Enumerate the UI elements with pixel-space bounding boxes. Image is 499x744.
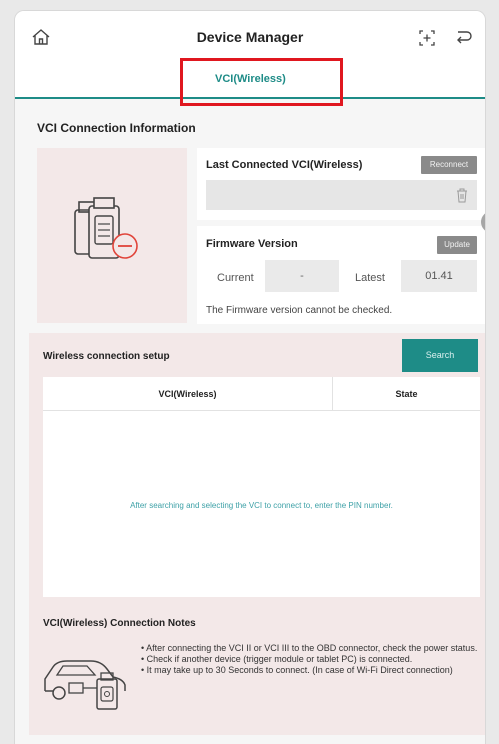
current-version-value: - bbox=[265, 260, 339, 292]
connection-notes-title: VCI(Wireless) Connection Notes bbox=[43, 618, 196, 629]
back-icon[interactable] bbox=[453, 28, 473, 48]
last-connected-label: Last Connected VCI(Wireless) bbox=[206, 159, 363, 171]
connection-info-title: VCI Connection Information bbox=[37, 121, 196, 135]
column-header-state: State bbox=[395, 389, 418, 399]
table-header: VCI(Wireless) State bbox=[43, 377, 480, 411]
page-title: Device Manager bbox=[196, 29, 304, 45]
current-version-label: Current bbox=[217, 272, 254, 284]
latest-version-label: Latest bbox=[355, 272, 385, 284]
connection-notes-panel: VCI(Wireless) Connection Notes • After c… bbox=[29, 605, 485, 735]
wireless-setup-panel: Wireless connection setup Search VCI(Wir… bbox=[29, 333, 485, 605]
column-header-vci: VCI(Wireless) bbox=[43, 377, 333, 411]
update-button[interactable]: Update bbox=[437, 236, 477, 254]
add-device-icon[interactable] bbox=[417, 28, 437, 48]
vci-device-icon bbox=[74, 197, 138, 259]
car-obd-icon bbox=[44, 660, 126, 710]
top-bar: Device Manager bbox=[15, 11, 485, 65]
wireless-setup-title: Wireless connection setup bbox=[43, 351, 170, 362]
firmware-label: Firmware Version bbox=[206, 238, 298, 250]
list-item: • After connecting the VCI II or VCI III… bbox=[141, 643, 478, 653]
tab-bar: VCI(Wireless) bbox=[15, 65, 485, 99]
last-connected-field bbox=[206, 180, 477, 210]
connection-notes-list: • After connecting the VCI II or VCI III… bbox=[141, 643, 481, 676]
reconnect-button[interactable]: Reconnect bbox=[421, 156, 477, 174]
list-item: • It may take up to 30 Seconds to connec… bbox=[141, 665, 453, 675]
firmware-note: The Firmware version cannot be checked. bbox=[206, 305, 393, 316]
latest-version-value: 01.41 bbox=[401, 260, 477, 292]
firmware-panel: Firmware Version Update Current - Latest… bbox=[197, 226, 485, 324]
search-button[interactable]: Search bbox=[402, 339, 478, 372]
device-frame: Device Manager VCI(Wireless) VCI Connect… bbox=[14, 10, 486, 744]
trash-icon[interactable] bbox=[455, 187, 469, 203]
list-item: • Check if another device (trigger modul… bbox=[141, 654, 413, 664]
last-connected-panel: Last Connected VCI(Wireless) Reconnect bbox=[197, 148, 485, 220]
vci-list-table: VCI(Wireless) State After searching and … bbox=[43, 377, 480, 597]
tab-vci-wireless[interactable]: VCI(Wireless) bbox=[215, 73, 286, 85]
vci-image-panel bbox=[37, 148, 187, 323]
empty-list-message: After searching and selecting the VCI to… bbox=[130, 501, 393, 510]
